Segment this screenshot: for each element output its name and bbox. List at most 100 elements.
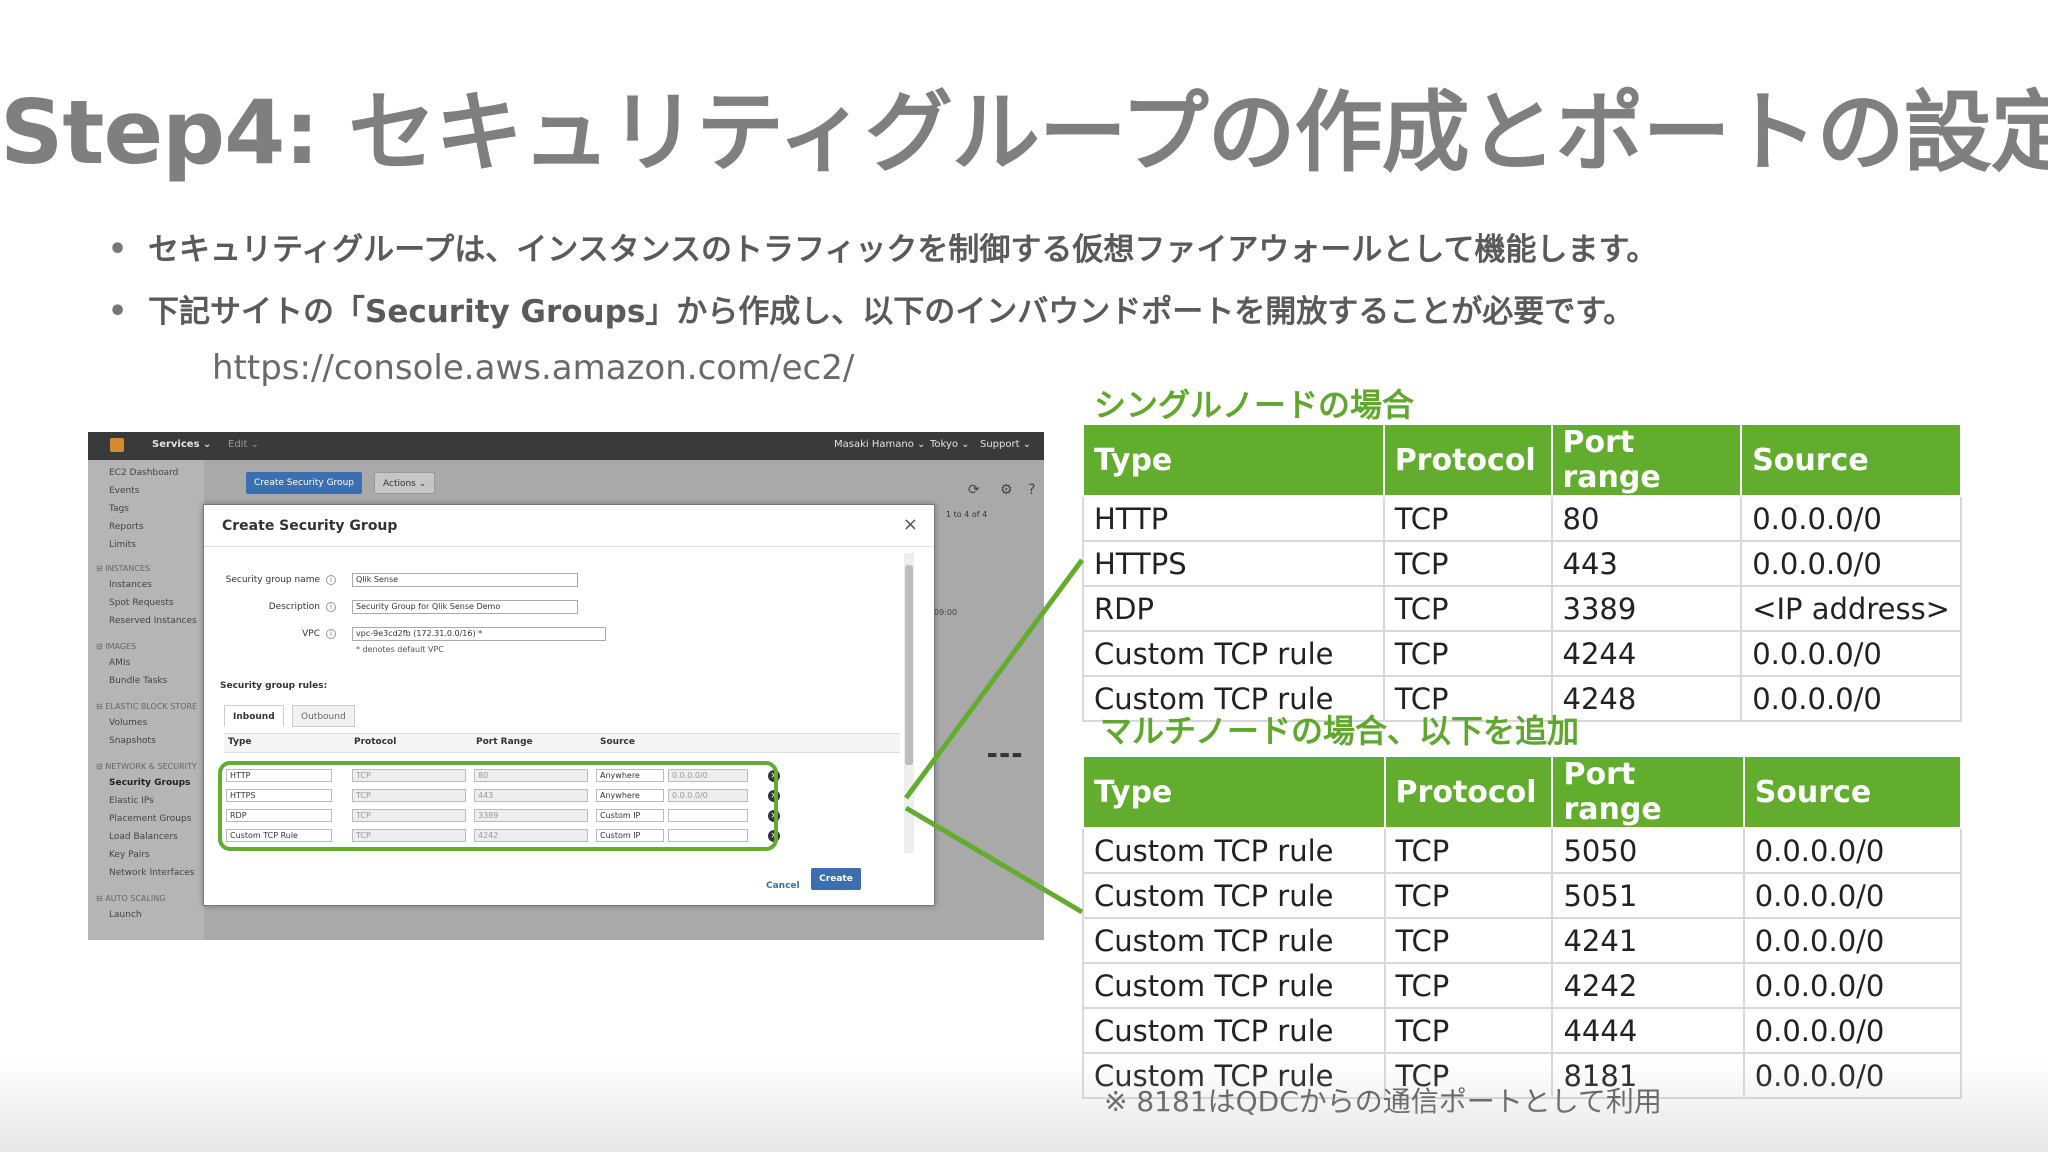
cell-port: 5051 [1551, 872, 1745, 919]
sidebar-item[interactable]: Snapshots [109, 736, 156, 746]
security-group-rules-label: Security group rules: [220, 681, 328, 691]
cell-source: 0.0.0.0/0 [1740, 675, 1962, 722]
console-url[interactable]: https://console.aws.amazon.com/ec2/ [212, 348, 854, 388]
sidebar-section-ebs[interactable]: ⊟ ELASTIC BLOCK STORE [96, 702, 197, 711]
security-group-name-input[interactable]: Qlik Sense [352, 573, 578, 587]
create-button[interactable]: Create [811, 868, 861, 890]
sidebar-section-network[interactable]: ⊟ NETWORK & SECURITY [96, 762, 197, 771]
info-icon[interactable]: i [326, 602, 336, 612]
sidebar-item[interactable]: Launch [109, 910, 142, 920]
cell-protocol: TCP [1382, 540, 1553, 587]
col-source: Source [1742, 755, 1963, 829]
cell-protocol: TCP [1383, 872, 1554, 919]
edit-menu[interactable]: Edit ⌄ [228, 439, 259, 450]
sidebar-section-instances[interactable]: ⊟ INSTANCES [96, 564, 150, 573]
cell-protocol: TCP [1383, 1007, 1554, 1054]
console-topbar: Services ⌄ Edit ⌄ Masaki Hamano ⌄ Tokyo … [88, 432, 1044, 460]
cell-type: HTTPS [1082, 540, 1385, 587]
sidebar-section-images[interactable]: ⊟ IMAGES [96, 642, 136, 651]
dialog-scrollbar-thumb[interactable] [905, 565, 913, 765]
sidebar-item[interactable]: EC2 Dashboard [109, 468, 178, 478]
vpc-select[interactable]: vpc-9e3cd2fb (172.31.0.0/16) * [352, 627, 606, 641]
sidebar-item[interactable]: Bundle Tasks [109, 676, 167, 686]
region-menu[interactable]: Tokyo ⌄ [930, 439, 970, 450]
cancel-button[interactable]: Cancel [766, 881, 800, 891]
cell-type: Custom TCP rule [1082, 630, 1385, 677]
cell-type: Custom TCP rule [1082, 917, 1386, 964]
table-header-row: Type Protocol Port range Source [1082, 423, 1962, 497]
single-node-caption: シングルノードの場合 [1094, 386, 1415, 424]
sidebar-item[interactable]: Limits [109, 540, 136, 550]
actions-dropdown[interactable]: Actions ⌄ [374, 472, 436, 494]
console-sidebar: EC2 Dashboard Events Tags Reports Limits… [88, 460, 204, 940]
cell-port: 4244 [1550, 630, 1743, 677]
sidebar-item[interactable]: Key Pairs [109, 850, 150, 860]
create-security-group-button[interactable]: Create Security Group [246, 472, 362, 494]
vpc-note: * denotes default VPC [356, 645, 444, 654]
refresh-icon[interactable]: ⟳ [968, 482, 980, 498]
description-input[interactable]: Security Group for Qlik Sense Demo [352, 600, 578, 614]
sidebar-item[interactable]: Load Balancers [109, 832, 178, 842]
info-icon[interactable]: i [326, 629, 336, 639]
sidebar-item-security-groups[interactable]: Security Groups [109, 778, 190, 788]
cell-port: 443 [1550, 540, 1743, 587]
col-protocol: Protocol [1382, 423, 1553, 497]
single-node-port-table: Type Protocol Port range Source HTTP TCP… [1082, 423, 1962, 722]
cell-type: Custom TCP rule [1082, 872, 1386, 919]
services-menu[interactable]: Services ⌄ [152, 439, 211, 450]
tab-outbound[interactable]: Outbound [292, 705, 355, 727]
bullet-item: • 下記サイトの「Security Groups」から作成し、以下のインバウンド… [108, 288, 1988, 350]
layout-icons[interactable]: ▬▬▬ [987, 748, 1024, 761]
gear-icon[interactable]: ⚙ [1000, 482, 1013, 498]
sidebar-item[interactable]: Instances [109, 580, 152, 590]
sidebar-item[interactable]: AMIs [109, 658, 130, 668]
cell-type: Custom TCP rule [1082, 827, 1386, 874]
bullet-text: 下記サイトの「Security Groups」から作成し、以下のインバウンドポー… [148, 294, 1635, 330]
cell-type: Custom TCP rule [1082, 1007, 1386, 1054]
sidebar-item[interactable]: Tags [109, 504, 129, 514]
sidebar-item[interactable]: Reserved Instances [109, 616, 197, 626]
support-menu[interactable]: Support ⌄ [980, 439, 1031, 450]
sidebar-item[interactable]: Spot Requests [109, 598, 174, 608]
sidebar-item[interactable]: Network Interfaces [109, 868, 194, 878]
help-icon[interactable]: ? [1028, 482, 1035, 498]
rules-col-source: Source [600, 737, 635, 747]
footnote: ※ 8181はQDCからの通信ポートとして利用 [1104, 1085, 1662, 1118]
multi-node-port-table: Type Protocol Port range Source Custom T… [1082, 755, 1963, 1099]
info-icon[interactable]: i [326, 575, 336, 585]
table-row: Custom TCP rule TCP 4244 0.0.0.0/0 [1082, 630, 1962, 677]
cell-port: 4242 [1551, 962, 1745, 1009]
col-port-range: Port range [1551, 755, 1745, 829]
cell-source: 0.0.0.0/0 [1740, 540, 1962, 587]
sidebar-item[interactable]: Events [109, 486, 139, 496]
table-row: Custom TCP rule TCP 4241 0.0.0.0/0 [1082, 917, 1963, 964]
sidebar-item[interactable]: Elastic IPs [109, 796, 154, 806]
col-protocol: Protocol [1383, 755, 1554, 829]
sidebar-item[interactable]: Reports [109, 522, 144, 532]
create-security-group-dialog: Create Security Group × Security group n… [203, 504, 935, 906]
cell-port: 4444 [1551, 1007, 1745, 1054]
close-icon[interactable]: × [903, 514, 918, 535]
cell-source: 0.0.0.0/0 [1742, 872, 1963, 919]
sidebar-item[interactable]: Volumes [109, 718, 147, 728]
dialog-header: Create Security Group × [204, 505, 934, 547]
cell-source: 0.0.0.0/0 [1742, 962, 1963, 1009]
rules-header-bar [224, 733, 900, 753]
table-header-row: Type Protocol Port range Source [1082, 755, 1963, 829]
col-source: Source [1740, 423, 1962, 497]
cell-protocol: TCP [1382, 585, 1553, 632]
cell-source: 0.0.0.0/0 [1742, 1052, 1963, 1099]
sidebar-section-autoscaling[interactable]: ⊟ AUTO SCALING [96, 894, 165, 903]
security-group-name-label: Security group name [225, 575, 320, 585]
user-menu[interactable]: Masaki Hamano ⌄ [834, 439, 925, 450]
table-row: HTTP TCP 80 0.0.0.0/0 [1082, 495, 1962, 542]
rules-col-port-range: Port Range [476, 737, 533, 747]
sidebar-item[interactable]: Placement Groups [109, 814, 191, 824]
bullet-dot: • [108, 232, 128, 267]
bullet-dot: • [108, 294, 128, 329]
cell-source: <IP address> [1740, 585, 1962, 632]
cell-port: 3389 [1550, 585, 1743, 632]
cell-protocol: TCP [1383, 917, 1554, 964]
aws-cube-icon [110, 438, 124, 452]
tab-inbound[interactable]: Inbound [224, 705, 284, 727]
